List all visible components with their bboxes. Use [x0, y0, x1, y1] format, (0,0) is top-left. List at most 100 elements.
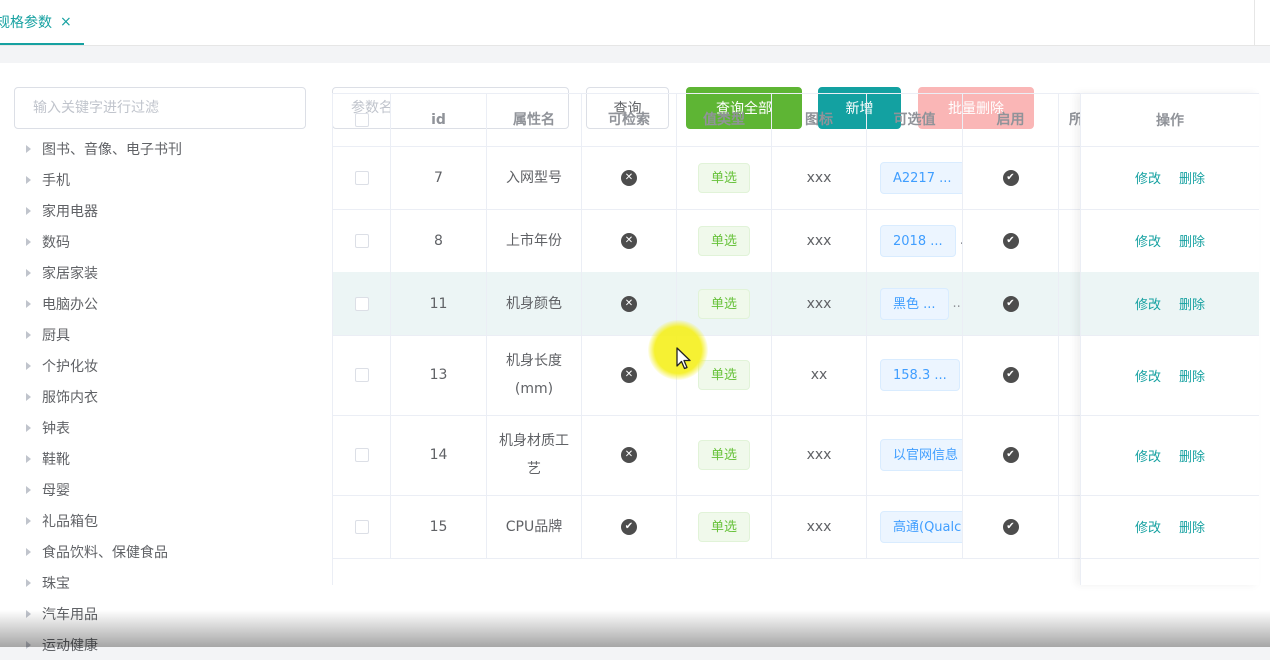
cell-enabled: ✔ [963, 146, 1059, 209]
edit-link[interactable]: 修改 [1135, 366, 1161, 385]
caret-right-icon[interactable] [26, 423, 31, 432]
category-filter-input[interactable] [14, 87, 306, 129]
header-checkbox-cell [333, 94, 391, 146]
caret-right-icon[interactable] [26, 361, 31, 370]
caret-right-icon[interactable] [26, 144, 31, 153]
row-checkbox[interactable] [354, 448, 369, 462]
tree-item[interactable]: 家用电器 [0, 195, 320, 226]
circle-check-icon: ✔ [1002, 295, 1019, 312]
actions-row: 修改 删除 [1081, 146, 1259, 210]
caret-right-icon[interactable] [26, 299, 31, 308]
tab-spec-params[interactable]: 规格参数 × [0, 0, 84, 45]
tree-item[interactable]: 礼品箱包 [0, 505, 320, 536]
caret-right-icon[interactable] [26, 392, 31, 401]
caret-right-icon[interactable] [26, 206, 31, 215]
tree-item[interactable]: 母婴 [0, 474, 320, 505]
tree-item[interactable]: 食品饮料、保健食品 [0, 536, 320, 567]
actions-row: 修改 删除 [1081, 335, 1259, 416]
edit-link[interactable]: 修改 [1135, 446, 1161, 465]
tab-bar: 规格参数 × [0, 0, 1270, 46]
tree-item-label: 电脑办公 [42, 296, 98, 313]
header-actions: 操作 [1156, 113, 1184, 129]
caret-right-icon[interactable] [26, 175, 31, 184]
close-icon[interactable]: × [60, 14, 72, 30]
delete-link[interactable]: 删除 [1179, 168, 1205, 187]
tabbar-divider [1254, 0, 1255, 45]
value-type-tag: 单选 [697, 225, 750, 256]
edit-link[interactable]: 修改 [1135, 231, 1161, 250]
caret-right-icon[interactable] [26, 268, 31, 277]
tree-item-label: 珠宝 [42, 575, 70, 592]
option-tag[interactable]: 黑色 ... [880, 287, 949, 320]
delete-link[interactable]: 删除 [1179, 517, 1205, 536]
edit-link[interactable]: 修改 [1135, 168, 1161, 187]
circle-x-icon: ✕ [621, 447, 637, 463]
cell-options: 高通(Qualc [867, 495, 963, 558]
option-tag[interactable]: 2018 ... [880, 224, 956, 257]
header-options: 可选值 [867, 94, 963, 146]
row-checkbox[interactable] [354, 519, 369, 534]
caret-right-icon[interactable] [26, 330, 31, 339]
row-checkbox[interactable] [354, 233, 369, 248]
edit-link[interactable]: 修改 [1135, 517, 1161, 536]
tree-item[interactable]: 图书、音像、电子书刊 [0, 133, 320, 164]
cell-id: 7 [391, 146, 487, 209]
caret-right-icon[interactable] [26, 237, 31, 246]
checkbox-cell [333, 415, 391, 495]
cell-value-type: 单选 [677, 146, 772, 209]
tree-item[interactable]: 电脑办公 [0, 288, 320, 319]
checkbox-cell [333, 146, 391, 209]
tree-item[interactable]: 服饰内衣 [0, 381, 320, 412]
cell-icon: xxx [772, 495, 867, 558]
caret-right-icon[interactable] [26, 547, 31, 556]
option-tag[interactable]: 以官网信息 [880, 439, 962, 471]
tree-item[interactable]: 珠宝 [0, 567, 320, 598]
option-tag[interactable]: 158.3 ... [880, 359, 960, 391]
caret-right-icon[interactable] [26, 485, 31, 494]
delete-link[interactable]: 删除 [1179, 294, 1205, 313]
row-checkbox[interactable] [354, 170, 369, 185]
tree-item-label: 手机 [42, 172, 70, 189]
cell-id: 11 [391, 272, 487, 335]
tree-item-label: 汽车用品 [42, 606, 98, 623]
cell-enabled: ✔ [963, 415, 1059, 495]
row-checkbox[interactable] [354, 368, 369, 382]
value-type-tag: 单选 [697, 360, 750, 390]
caret-right-icon[interactable] [26, 516, 31, 525]
delete-link[interactable]: 删除 [1179, 231, 1205, 250]
tree-item[interactable]: 个护化妆 [0, 350, 320, 381]
tree-item[interactable]: 运动健康 [0, 629, 320, 660]
edit-link[interactable]: 修改 [1135, 294, 1161, 313]
cell-extra [1059, 272, 1081, 335]
tree-item[interactable]: 家居家装 [0, 257, 320, 288]
checkbox-cell [333, 335, 391, 415]
caret-right-icon[interactable] [26, 609, 31, 618]
option-tag[interactable]: 高通(Qualc [880, 510, 962, 543]
caret-right-icon[interactable] [26, 454, 31, 463]
circle-check-icon: ✔ [1002, 169, 1019, 186]
tree-item[interactable]: 汽车用品 [0, 598, 320, 629]
circle-x-icon: ✕ [621, 232, 637, 249]
row-checkbox[interactable] [354, 296, 369, 311]
tree-item[interactable]: 钟表 [0, 412, 320, 443]
tree-item[interactable]: 厨具 [0, 319, 320, 350]
cell-searchable: ✕ [582, 209, 677, 272]
cell-name: 机身材质工艺 [487, 415, 582, 495]
option-tag[interactable]: A2217 ... [880, 161, 962, 194]
tree-item[interactable]: 手机 [0, 164, 320, 195]
tree-item[interactable]: 鞋靴 [0, 443, 320, 474]
header-searchable: 可检索 [582, 94, 677, 146]
delete-link[interactable]: 删除 [1179, 366, 1205, 385]
caret-right-icon[interactable] [26, 640, 31, 649]
cell-name: CPU品牌 [487, 495, 582, 558]
cell-options: 158.3 ...... [867, 335, 963, 415]
tree-item[interactable]: 数码 [0, 226, 320, 257]
caret-right-icon[interactable] [26, 578, 31, 587]
select-all-checkbox[interactable] [354, 113, 369, 127]
category-tree: 图书、音像、电子书刊手机家用电器 数码 家居家装电脑办公厨具 个护化妆 服饰内衣 钟表 鞋靴… [0, 133, 320, 660]
delete-link[interactable]: 删除 [1179, 446, 1205, 465]
cell-value-type: 单选 [677, 209, 772, 272]
header-id: id [391, 94, 487, 146]
tree-item-label: 礼品箱包 [42, 513, 98, 530]
cell-value-type: 单选 [677, 272, 772, 335]
